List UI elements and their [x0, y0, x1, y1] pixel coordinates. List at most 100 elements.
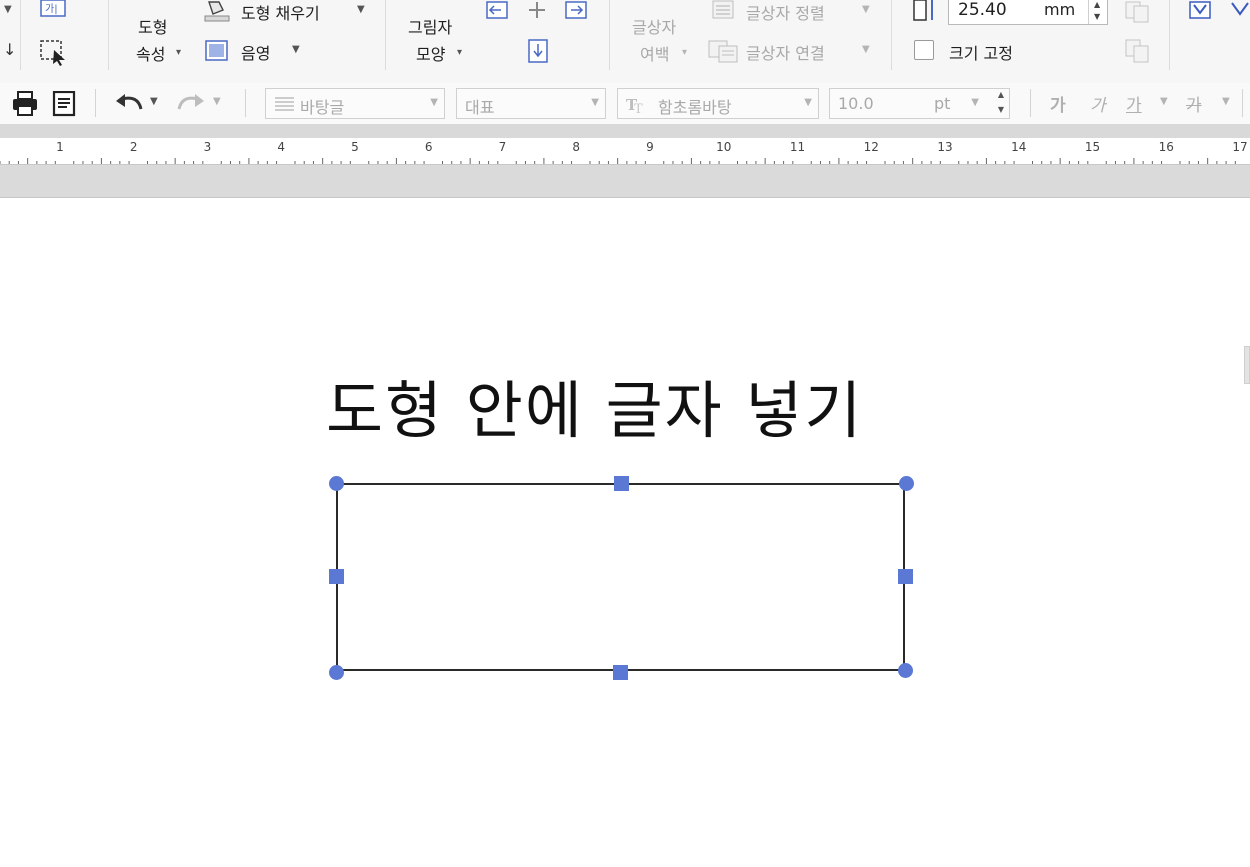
chevron-down-icon[interactable]: ▼ — [862, 4, 870, 15]
chevron-down-icon[interactable]: ▾ — [176, 47, 181, 58]
group-divider — [20, 0, 21, 70]
chevron-down-icon[interactable]: ▼ — [971, 97, 979, 108]
ruler-number: 15 — [1084, 140, 1101, 154]
textbox-margin-label-1[interactable]: 글상자 — [632, 14, 676, 38]
chevron-down-icon[interactable]: ▼ — [4, 4, 12, 15]
ruler-number: 9 — [646, 140, 654, 154]
resize-handle-right[interactable] — [898, 569, 913, 584]
ruler-number: 17 — [1232, 140, 1248, 154]
font-select[interactable]: TT 함초롬바탕 ▼ — [617, 88, 819, 119]
style-icon — [274, 96, 296, 114]
chevron-down-icon[interactable]: ▾ — [682, 47, 687, 58]
ruler-number: 6 — [424, 140, 433, 154]
chevron-down-icon[interactable]: ▼ — [1160, 96, 1168, 107]
fill-bucket-icon[interactable] — [203, 0, 231, 22]
spin-up-icon[interactable]: ▲ — [1094, 0, 1100, 9]
resize-handle-top[interactable] — [614, 476, 629, 491]
group-divider — [891, 0, 892, 70]
language-select[interactable]: 대표 ▼ — [456, 88, 606, 119]
textbox-align-label[interactable]: 글상자 정렬 — [746, 0, 825, 24]
bold-button[interactable]: 가 — [1050, 91, 1066, 116]
textbox-link-icon[interactable] — [707, 38, 739, 64]
chevron-down-icon[interactable]: ▼ — [430, 97, 438, 108]
shape-properties-label-2[interactable]: 속성 — [136, 41, 165, 65]
ruler-number: 10 — [716, 140, 732, 154]
shade-icon[interactable] — [205, 40, 229, 62]
ungroup-icon[interactable] — [1124, 0, 1152, 24]
resize-handle-top-left[interactable] — [329, 476, 344, 491]
language-value: 대표 — [465, 98, 495, 117]
chevron-down-icon[interactable]: ▾ — [457, 47, 462, 58]
font-size-unit: pt — [934, 94, 951, 113]
height-spinner[interactable]: ▲ ▼ — [1088, 0, 1107, 24]
group-divider — [108, 0, 109, 70]
spin-down-icon[interactable]: ▼ — [998, 105, 1004, 114]
underline-button[interactable]: 가 — [1126, 91, 1142, 116]
chevron-down-icon[interactable]: ▼ — [357, 4, 365, 15]
height-unit-select[interactable]: mm — [1044, 0, 1075, 19]
chevron-down-icon[interactable]: ▼ — [862, 44, 870, 55]
shape-fill-label[interactable]: 도형 채우기 — [241, 0, 320, 24]
chevron-down-icon[interactable]: ▼ — [213, 96, 221, 107]
undo-icon[interactable] — [114, 93, 144, 113]
shape-properties-label-1[interactable]: 도형 — [138, 14, 167, 38]
horizontal-ruler[interactable]: 1 2 3 4 5 6 7 8 9 10 11 12 13 14 15 16 17 — [0, 138, 1250, 165]
height-value[interactable]: 25.40 — [958, 0, 1007, 20]
shadow-shape-label-1[interactable]: 그림자 — [408, 14, 452, 38]
height-icon — [911, 0, 937, 24]
shade-label[interactable]: 음영 — [241, 40, 270, 64]
chevron-down-icon[interactable]: ▼ — [591, 97, 599, 108]
strikethrough-button[interactable]: 가 — [1186, 91, 1202, 116]
chevron-down-icon[interactable]: ▼ — [292, 44, 300, 55]
chevron-down-icon[interactable]: ▼ — [150, 96, 158, 107]
shadow-down-icon[interactable] — [527, 38, 549, 64]
resize-handle-left[interactable] — [329, 569, 344, 584]
ruler-number: 14 — [1011, 140, 1027, 154]
italic-button[interactable]: 가 — [1090, 91, 1106, 116]
document-title[interactable]: 도형 안에 글자 넣기 — [326, 380, 863, 442]
ruler-number: 16 — [1158, 140, 1174, 154]
font-size-select[interactable]: 10.0 pt ▼ ▲ ▼ — [829, 88, 1010, 119]
chevron-down-icon[interactable]: ▼ — [804, 97, 812, 108]
resize-handle-bottom-left[interactable] — [329, 665, 344, 680]
object-select-icon[interactable] — [38, 38, 68, 66]
fix-size-label[interactable]: 크기 고정 — [949, 40, 1013, 64]
text-wrap-icon[interactable]: 가| — [40, 0, 66, 18]
spin-up-icon[interactable]: ▲ — [998, 90, 1004, 99]
preview-icon[interactable] — [52, 91, 76, 117]
style-select[interactable]: 바탕글 ▼ — [265, 88, 445, 119]
shadow-shape-label-2[interactable]: 모양 — [416, 41, 445, 65]
resize-handle-bottom[interactable] — [613, 665, 628, 680]
shadow-right-icon[interactable] — [563, 0, 589, 20]
chevron-down-icon[interactable]: ▼ — [1222, 96, 1230, 107]
textbox-margin-label-2[interactable]: 여백 — [640, 41, 669, 65]
ruler-ticks — [0, 158, 1236, 164]
arrow-down-icon[interactable]: ↓ — [3, 40, 16, 59]
scrollbar-edge[interactable] — [1244, 346, 1250, 384]
selected-rectangle-shape[interactable] — [336, 483, 905, 671]
textbox-link-label[interactable]: 글상자 연결 — [746, 40, 825, 64]
group-icon[interactable] — [1124, 38, 1152, 64]
group-divider — [385, 0, 386, 70]
shadow-left-icon[interactable] — [484, 0, 510, 20]
truetype-font-icon: TT — [626, 95, 648, 115]
resize-handle-bottom-right[interactable] — [898, 663, 913, 678]
textbox-align-icon[interactable] — [711, 0, 735, 20]
style-value: 바탕글 — [300, 98, 345, 117]
ruler-number: 8 — [572, 140, 581, 154]
height-input[interactable]: 25.40 mm ▲ ▼ — [948, 0, 1108, 25]
fix-size-checkbox[interactable] — [914, 40, 934, 60]
flip-icon[interactable] — [1188, 0, 1214, 20]
hwp-window: ▼ ↓ 가| 도형 속성 ▾ 도형 채우기 ▼ 음영 ▼ 그림자 모양 ▾ 글상… — [0, 0, 1250, 867]
toolbar-divider — [245, 89, 246, 117]
rotate-icon[interactable] — [1230, 0, 1250, 20]
ruler-number: 2 — [129, 140, 138, 154]
font-value: 함초롬바탕 — [658, 98, 732, 117]
ruler-number: 3 — [203, 140, 212, 154]
shadow-center-icon[interactable] — [525, 0, 549, 20]
spin-down-icon[interactable]: ▼ — [1094, 12, 1100, 21]
font-size-value[interactable]: 10.0 — [838, 94, 874, 113]
resize-handle-top-right[interactable] — [899, 476, 914, 491]
redo-icon[interactable] — [176, 93, 206, 113]
print-icon[interactable] — [11, 91, 39, 117]
